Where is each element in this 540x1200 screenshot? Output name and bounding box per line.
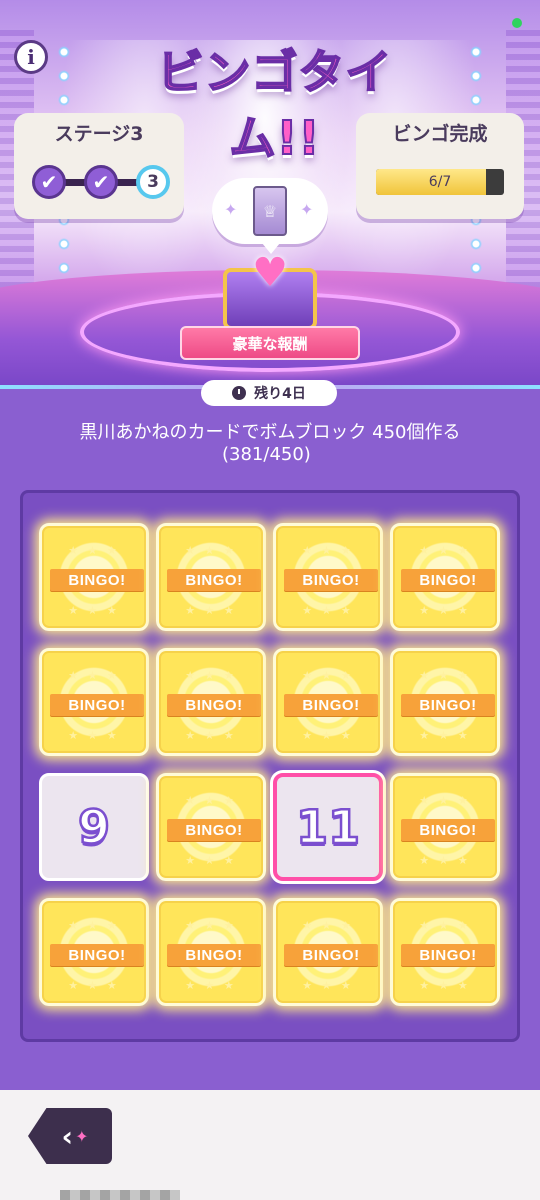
bingo-ribbon-label: BINGO! xyxy=(50,944,144,966)
mission-description: 黒川あかねのカードでボムブロック 450個作る xyxy=(79,422,461,443)
star-decoration-icon: ★ ★ ★ xyxy=(302,979,354,992)
star-decoration-icon: ★ ★ ★ xyxy=(185,669,237,682)
info-button[interactable]: i xyxy=(14,40,48,74)
bingo-tile-completed[interactable]: ★ ★ ★ BINGO! ★ ★ ★ xyxy=(156,773,266,881)
star-decoration-icon: ★ ★ ★ xyxy=(185,979,237,992)
check-icon: ✔ xyxy=(40,170,58,194)
bingo-tile-selected[interactable]: 11 xyxy=(273,773,383,881)
bingo-tile-completed[interactable]: ★ ★ ★ BINGO! ★ ★ ★ xyxy=(39,648,149,756)
bingo-ribbon-label: BINGO! xyxy=(284,944,378,966)
tile-number: 11 xyxy=(295,799,362,856)
star-decoration-icon: ★ ★ ★ xyxy=(419,854,471,867)
bingo-ribbon-label: BINGO! xyxy=(401,819,495,841)
bingo-tile-completed[interactable]: ★ ★ ★ BINGO! ★ ★ ★ xyxy=(273,898,383,1006)
bingo-tile-completed[interactable]: ★ ★ ★ BINGO! ★ ★ ★ xyxy=(390,648,500,756)
time-remaining-badge: 残り4日 xyxy=(201,380,337,406)
star-decoration-icon: ★ ★ ★ xyxy=(185,919,237,932)
bingo-ribbon-label: BINGO! xyxy=(167,569,261,591)
star-decoration-icon: ★ ★ ★ xyxy=(185,604,237,617)
bingo-ribbon-label: BINGO! xyxy=(401,944,495,966)
bingo-ribbon-label: BINGO! xyxy=(284,694,378,716)
heart-gem-icon: ♥ xyxy=(252,250,288,296)
reward-banner: 豪華な報酬 xyxy=(180,326,360,360)
stage-node-label: 3 xyxy=(147,172,159,192)
bingo-ribbon-label: BINGO! xyxy=(50,569,144,591)
bingo-tile-completed[interactable]: ★ ★ ★ BINGO! ★ ★ ★ xyxy=(39,523,149,631)
star-decoration-icon: ★ ★ ★ xyxy=(419,604,471,617)
bingo-ribbon-label: BINGO! xyxy=(50,694,144,716)
bingo-tile-completed[interactable]: ★ ★ ★ BINGO! ★ ★ ★ xyxy=(39,898,149,1006)
star-decoration-icon: ★ ★ ★ xyxy=(419,729,471,742)
back-button[interactable]: ‹ ✦ xyxy=(28,1108,112,1164)
star-decoration-icon: ★ ★ ★ xyxy=(68,919,120,932)
status-indicator xyxy=(512,18,522,28)
star-decoration-icon: ★ ★ ★ xyxy=(185,544,237,557)
star-decoration-icon: ★ ★ ★ xyxy=(185,854,237,867)
character-portrait-icon: ♕ xyxy=(262,201,278,221)
bingo-tile-completed[interactable]: ★ ★ ★ BINGO! ★ ★ ★ xyxy=(390,898,500,1006)
bingo-ribbon-label: BINGO! xyxy=(401,569,495,591)
bingo-tile-completed[interactable]: ★ ★ ★ BINGO! ★ ★ ★ xyxy=(390,773,500,881)
mission-text: 黒川あかねのカードでボムブロック 450個作る (381/450) xyxy=(0,422,540,465)
star-decoration-icon: ★ ★ ★ xyxy=(302,544,354,557)
bingo-progress-panel: ビンゴ完成 6/7 xyxy=(356,113,524,219)
time-remaining-text: 残り4日 xyxy=(254,386,306,402)
bingo-panel-title: ビンゴ完成 xyxy=(392,122,488,145)
bingo-tile-completed[interactable]: ★ ★ ★ BINGO! ★ ★ ★ xyxy=(390,523,500,631)
reward-card-thumbnail: ♕ xyxy=(253,186,287,236)
bingo-board: ★ ★ ★ BINGO! ★ ★ ★ ★ ★ ★ BINGO! ★ ★ ★ ★ ★ ★ BIN… xyxy=(20,490,520,1042)
treasure-chest[interactable]: ♥ xyxy=(215,250,325,330)
sparkle-icon: ✦ xyxy=(224,200,238,219)
star-decoration-icon: ★ ★ ★ xyxy=(68,544,120,557)
stage-node-1: ✔ xyxy=(32,165,66,199)
stage-panel-title: ステージ3 xyxy=(54,122,144,145)
star-decoration-icon: ★ ★ ★ xyxy=(68,669,120,682)
sparkle-icon: ✦ xyxy=(75,1126,89,1146)
bingo-tile-completed[interactable]: ★ ★ ★ BINGO! ★ ★ ★ xyxy=(156,648,266,756)
bingo-tile-completed[interactable]: ★ ★ ★ BINGO! ★ ★ ★ xyxy=(273,523,383,631)
bingo-tile-number[interactable]: 9 xyxy=(39,773,149,881)
stage-progress-track: ✔ ✔ 3 xyxy=(32,165,172,199)
star-decoration-icon: ★ ★ ★ xyxy=(185,729,237,742)
bingo-tile-completed[interactable]: ★ ★ ★ BINGO! ★ ★ ★ xyxy=(156,523,266,631)
bingo-ribbon-label: BINGO! xyxy=(167,944,261,966)
bingo-tile-completed[interactable]: ★ ★ ★ BINGO! ★ ★ ★ xyxy=(156,898,266,1006)
info-icon: i xyxy=(27,45,35,69)
star-decoration-icon: ★ ★ ★ xyxy=(68,729,120,742)
check-icon: ✔ xyxy=(92,170,110,194)
star-decoration-icon: ★ ★ ★ xyxy=(68,604,120,617)
bottom-decoration xyxy=(60,1190,180,1200)
star-decoration-icon: ★ ★ ★ xyxy=(185,794,237,807)
mission-count: (381/450) xyxy=(222,444,311,465)
reward-preview-bubble[interactable]: ✦ ♕ ✦ xyxy=(212,178,328,254)
bingo-ribbon-label: BINGO! xyxy=(401,694,495,716)
back-arrow-icon: ‹ xyxy=(61,1119,74,1153)
bingo-ribbon-label: BINGO! xyxy=(167,694,261,716)
bingo-ribbon-label: BINGO! xyxy=(167,819,261,841)
stage-panel: ステージ3 ✔ ✔ 3 xyxy=(14,113,184,219)
stage-node-2: ✔ xyxy=(84,165,118,199)
bingo-tile-completed[interactable]: ★ ★ ★ BINGO! ★ ★ ★ xyxy=(273,648,383,756)
stage-node-3: 3 xyxy=(136,165,170,199)
bingo-progress-text: 6/7 xyxy=(428,174,452,190)
star-decoration-icon: ★ ★ ★ xyxy=(302,669,354,682)
tile-number: 9 xyxy=(77,799,112,856)
star-decoration-icon: ★ ★ ★ xyxy=(68,979,120,992)
star-decoration-icon: ★ ★ ★ xyxy=(419,669,471,682)
clock-icon xyxy=(232,386,247,400)
sparkle-icon: ✦ xyxy=(300,200,314,219)
footer-bar: ‹ ✦ xyxy=(0,1090,540,1200)
star-decoration-icon: ★ ★ ★ xyxy=(302,604,354,617)
star-decoration-icon: ★ ★ ★ xyxy=(302,919,354,932)
bingo-progress-bar: 6/7 xyxy=(376,169,504,195)
star-decoration-icon: ★ ★ ★ xyxy=(419,794,471,807)
star-decoration-icon: ★ ★ ★ xyxy=(419,544,471,557)
star-decoration-icon: ★ ★ ★ xyxy=(419,979,471,992)
star-decoration-icon: ★ ★ ★ xyxy=(419,919,471,932)
bingo-ribbon-label: BINGO! xyxy=(284,569,378,591)
star-decoration-icon: ★ ★ ★ xyxy=(302,729,354,742)
